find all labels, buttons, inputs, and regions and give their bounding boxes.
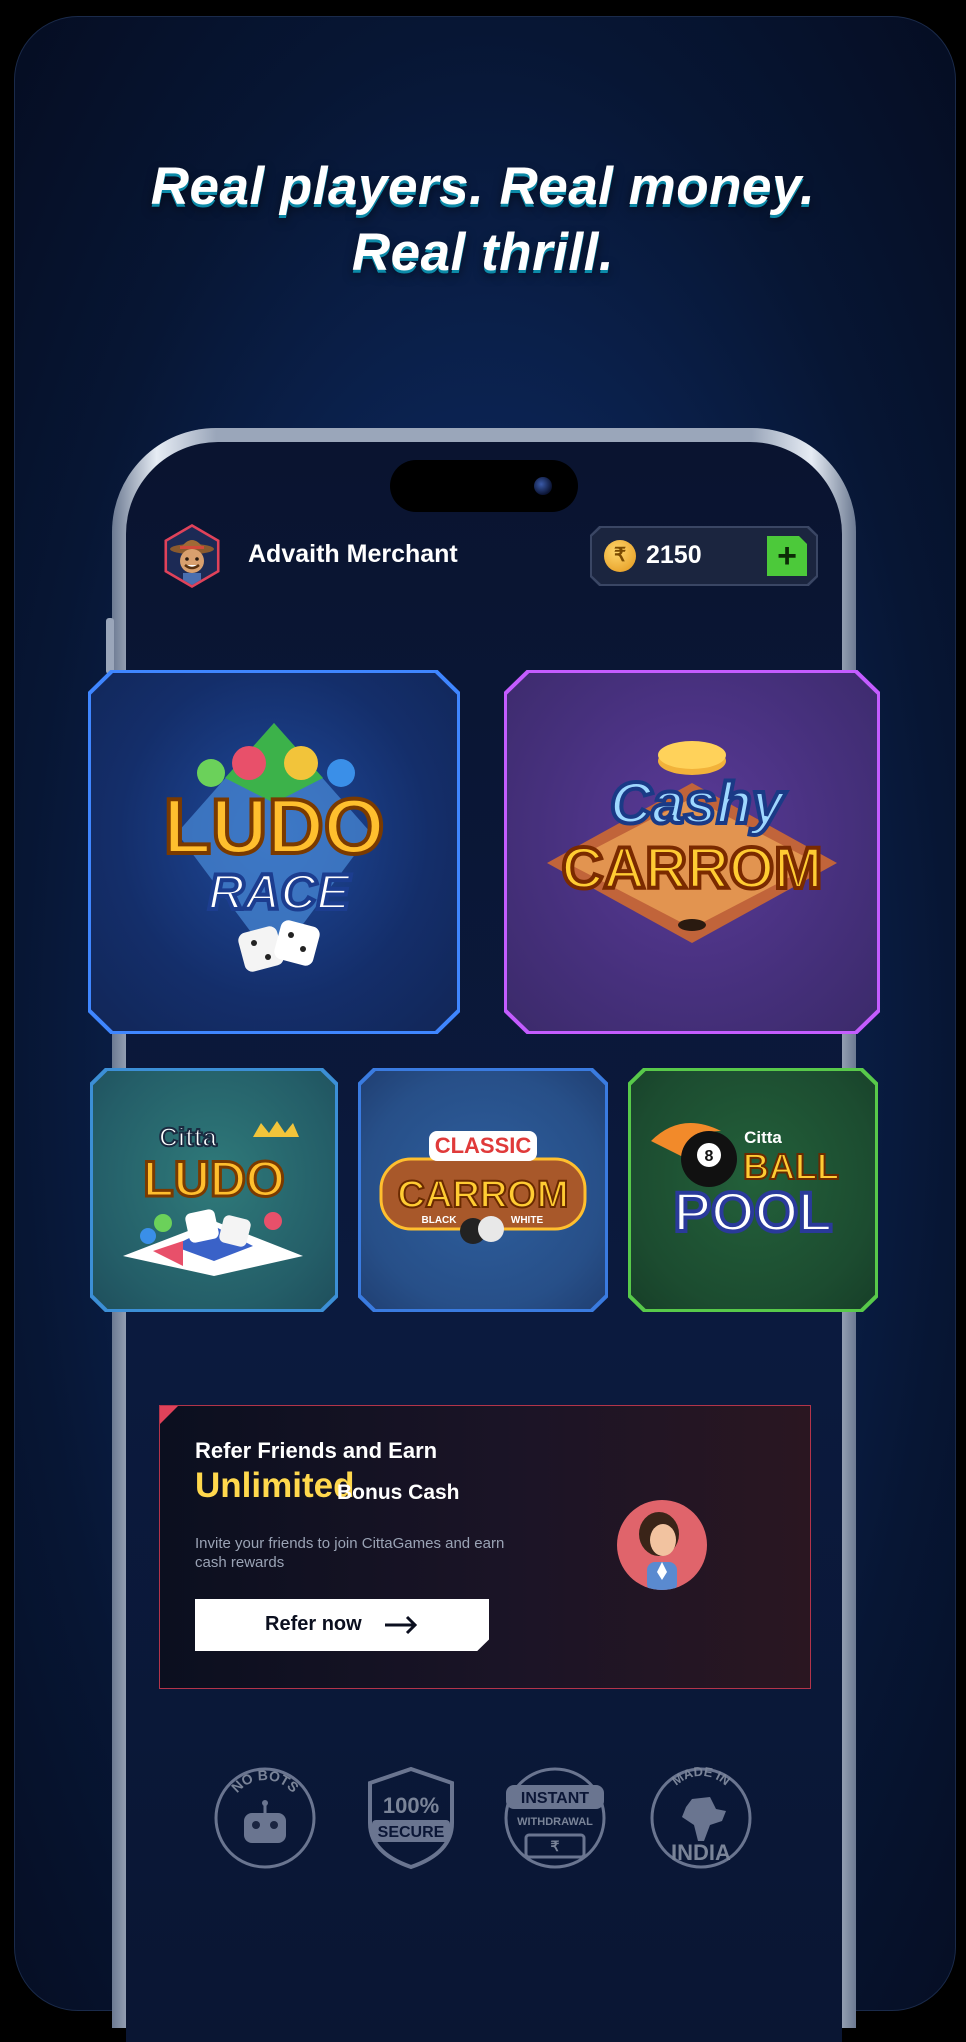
username: Advaith Merchant — [248, 540, 458, 568]
badge-made-in-india: MADE IN INDIA — [648, 1764, 754, 1871]
refer-now-button[interactable]: Refer now — [195, 1599, 489, 1651]
headline-line-1: Real players. Real money. — [150, 157, 816, 216]
robot-icon: NO BOTS — [214, 1767, 316, 1869]
game-card-ludo-race[interactable]: LUDO RACE — [88, 670, 460, 1034]
svg-text:MADE IN: MADE IN — [669, 1765, 733, 1788]
shield-icon: 100% SECURE — [368, 1766, 454, 1870]
svg-text:NO BOTS: NO BOTS — [228, 1767, 302, 1796]
headline-line-2: Real thrill. — [351, 223, 615, 282]
add-cash-button[interactable]: + — [767, 536, 807, 576]
game-card-classic-carrom[interactable]: CLASSIC CARROM BLACK WHITE — [358, 1068, 608, 1312]
badge-secure: 100% SECURE — [358, 1765, 464, 1871]
citta-ludo-title-bottom: LUDO — [143, 1151, 285, 1207]
badge-secure-bottom: SECURE — [378, 1824, 445, 1841]
india-map-icon: MADE IN INDIA — [650, 1764, 752, 1869]
rupee-coin-icon: ₹ — [604, 540, 636, 572]
citta-ludo-logo-icon: Citta LUDO — [123, 1121, 303, 1276]
wallet-balance: 2150 — [646, 541, 702, 569]
classic-title-top: CLASSIC — [435, 1133, 532, 1158]
badge-india-bottom: INDIA — [671, 1840, 731, 1865]
refer-now-label: Refer now — [265, 1613, 362, 1635]
woman-avatar-icon — [639, 1512, 679, 1590]
classic-title-bottom: CARROM — [398, 1174, 569, 1216]
cashy-title-bottom: CARROM — [562, 836, 823, 901]
pool-title-top: Citta — [744, 1128, 782, 1147]
badge-no-bots: NO BOTS — [212, 1765, 318, 1871]
cashy-title-top: Cashy — [610, 771, 787, 836]
badge-instant-amount: ₹ — [551, 1838, 560, 1854]
badge-secure-top: 100% — [383, 1793, 439, 1818]
classic-sub-right: WHITE — [511, 1215, 544, 1226]
badge-india-top: MADE IN — [669, 1764, 733, 1789]
cashy-carrom-logo-icon: Cashy CARROM — [547, 741, 837, 943]
ludo-race-logo-icon: LUDO RACE — [162, 723, 386, 972]
badge-no-bots-text: NO BOTS — [228, 1767, 302, 1796]
ludo-race-title-bottom: RACE — [208, 864, 351, 920]
badge-instant-bottom: WITHDRAWAL — [517, 1816, 593, 1828]
game-card-cashy-carrom[interactable]: Cashy CARROM — [504, 670, 880, 1034]
badge-instant-withdrawal: INSTANT WITHDRAWAL ₹ — [502, 1765, 608, 1871]
game-card-8-ball-pool[interactable]: 8 Citta BALL POOL — [628, 1068, 878, 1312]
pool-ball-number: 8 — [705, 1148, 714, 1165]
refer-line-1: Refer Friends and Earn — [195, 1438, 438, 1463]
cash-icon: INSTANT WITHDRAWAL ₹ — [504, 1767, 606, 1869]
game-card-citta-ludo[interactable]: Citta LUDO — [90, 1068, 338, 1312]
pool-logo-icon: 8 Citta BALL POOL — [651, 1123, 840, 1245]
refer-avatar — [617, 1500, 707, 1590]
refer-banner: Refer Friends and Earn Unlimited Bonus C… — [159, 1405, 811, 1689]
phone-side-button — [106, 618, 114, 674]
refer-highlight: Unlimited — [195, 1466, 355, 1505]
citta-ludo-title-top: Citta — [159, 1122, 217, 1152]
pool-title-bottom: POOL — [674, 1180, 833, 1243]
refer-bonus-cash: Bonus Cash — [337, 1481, 460, 1504]
badge-instant-top: INSTANT — [521, 1790, 589, 1807]
camera-icon — [534, 477, 552, 495]
classic-sub-left: BLACK — [422, 1215, 458, 1226]
arrow-right-icon — [385, 1615, 418, 1635]
classic-carrom-logo-icon: CLASSIC CARROM BLACK WHITE — [379, 1131, 587, 1244]
ludo-race-title-top: LUDO — [164, 782, 385, 870]
refer-description: Invite your friends to join CittaGames a… — [195, 1535, 505, 1571]
refer-corner-accent — [160, 1406, 178, 1424]
